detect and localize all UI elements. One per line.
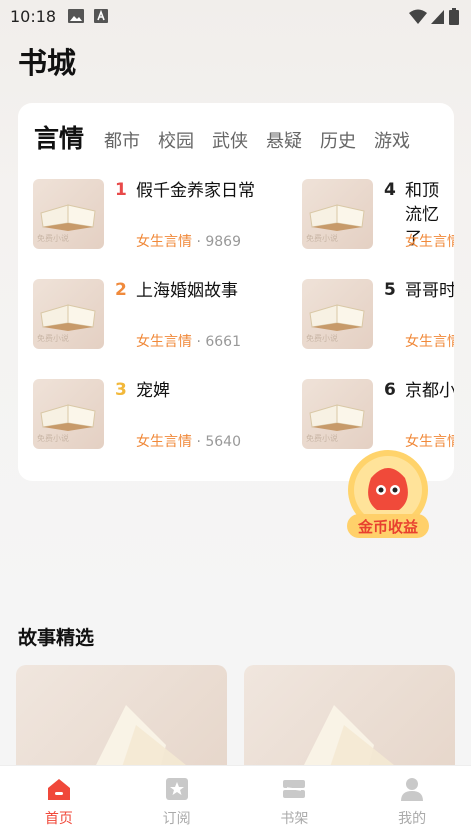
status-time: 10:18: [10, 6, 57, 26]
book-item[interactable]: 免费小说 3 宠婢 女生言情 · 5640: [33, 379, 293, 451]
book-category: 女生言情: [405, 234, 454, 250]
book-category: 女生言情: [136, 434, 192, 450]
book-category: 女生言情: [136, 334, 192, 350]
book-cover: 免费小说: [33, 379, 104, 449]
tab-urban[interactable]: 都市: [104, 127, 140, 153]
page-title: 书城: [18, 46, 77, 80]
coin-badge-label: 金币收益: [357, 518, 418, 536]
font-notification-icon: [94, 9, 109, 23]
book-title: 哥哥时: [405, 281, 454, 301]
book-rank: 4: [384, 180, 396, 200]
book-cover: 免费小说: [302, 179, 373, 249]
cover-text: 免费小说: [306, 234, 338, 243]
user-icon: [401, 778, 424, 801]
tab-campus[interactable]: 校园: [158, 127, 194, 153]
tab-wuxia[interactable]: 武侠: [212, 127, 248, 153]
cover-text: 免费小说: [37, 334, 69, 343]
nav-home[interactable]: 首页: [0, 766, 118, 839]
book-cover: 免费小说: [302, 379, 373, 449]
image-notification-icon: [68, 9, 85, 23]
signal-icon: [431, 9, 444, 24]
bottom-nav: 首页 订阅 书架 我的: [0, 765, 471, 839]
coin-earnings-badge[interactable]: 金币收益: [343, 448, 433, 540]
cover-text: 免费小说: [37, 234, 69, 243]
book-item[interactable]: 免费小说 6 京都小 女生言情: [302, 379, 454, 451]
book-rank: 6: [384, 380, 396, 400]
tab-history[interactable]: 历史: [320, 127, 356, 153]
book-meta: 女生言情 · 9869: [136, 234, 241, 250]
book-cover: 免费小说: [33, 279, 104, 349]
wifi-icon: [409, 9, 427, 24]
nav-label: 订阅: [162, 811, 191, 827]
nav-label: 我的: [398, 811, 427, 827]
book-title: 宠婢: [136, 381, 170, 401]
book-title: 假千金养家日常: [136, 181, 255, 201]
book-rank: 1: [115, 180, 127, 200]
book-meta: 女生言情: [405, 231, 454, 251]
cover-text: 免费小说: [306, 434, 338, 443]
status-bar: 10:18: [0, 0, 471, 32]
home-icon: [47, 779, 70, 800]
book-meta: 女生言情 · 5640: [136, 434, 241, 450]
book-read-count: 5640: [205, 434, 241, 450]
star-bookmark-icon: [165, 778, 188, 800]
book-item[interactable]: 免费小说 2 上海婚姻故事 女生言情 · 6661: [33, 279, 293, 351]
book-category: 女生言情: [405, 334, 454, 350]
book-meta: 女生言情 · 6661: [136, 334, 241, 350]
book-category: 女生言情: [136, 234, 192, 250]
tab-suspense[interactable]: 悬疑: [266, 127, 302, 153]
tab-game[interactable]: 游戏: [374, 127, 410, 153]
category-tabs: 言情 都市 校园 武侠 悬疑 历史 游戏: [34, 119, 428, 155]
book-cover: 免费小说: [33, 179, 104, 249]
book-rank: 3: [115, 380, 127, 400]
book-read-count: 9869: [205, 234, 241, 250]
book-read-count: 6661: [205, 334, 241, 350]
book-meta: 女生言情: [405, 331, 454, 351]
book-item[interactable]: 免费小说 5 哥哥时 女生言情: [302, 279, 454, 351]
bookshelf-icon: [283, 780, 306, 798]
cover-text: 免费小说: [306, 334, 338, 343]
ranking-card: 言情 都市 校园 武侠 悬疑 历史 游戏 免费小说 1 假千金养家日常 女生言情…: [18, 103, 454, 481]
nav-subscribe[interactable]: 订阅: [118, 766, 236, 839]
nav-label: 首页: [44, 811, 73, 827]
book-cover: 免费小说: [302, 279, 373, 349]
book-item[interactable]: 免费小说 4 和顶流忆了 女生言情: [302, 179, 454, 251]
nav-label: 书架: [280, 811, 309, 827]
cover-text: 免费小说: [37, 434, 69, 443]
nav-profile[interactable]: 我的: [353, 766, 471, 839]
book-title: 京都小: [405, 381, 454, 401]
battery-icon: [449, 8, 459, 25]
section-title: 故事精选: [18, 627, 95, 649]
status-right: [409, 8, 459, 25]
tab-romance[interactable]: 言情: [34, 119, 84, 155]
book-item[interactable]: 免费小说 1 假千金养家日常 女生言情 · 9869: [33, 179, 293, 251]
book-title: 上海婚姻故事: [136, 281, 238, 301]
nav-bookshelf[interactable]: 书架: [236, 766, 354, 839]
book-rank: 2: [115, 280, 127, 300]
book-rank: 5: [384, 280, 396, 300]
